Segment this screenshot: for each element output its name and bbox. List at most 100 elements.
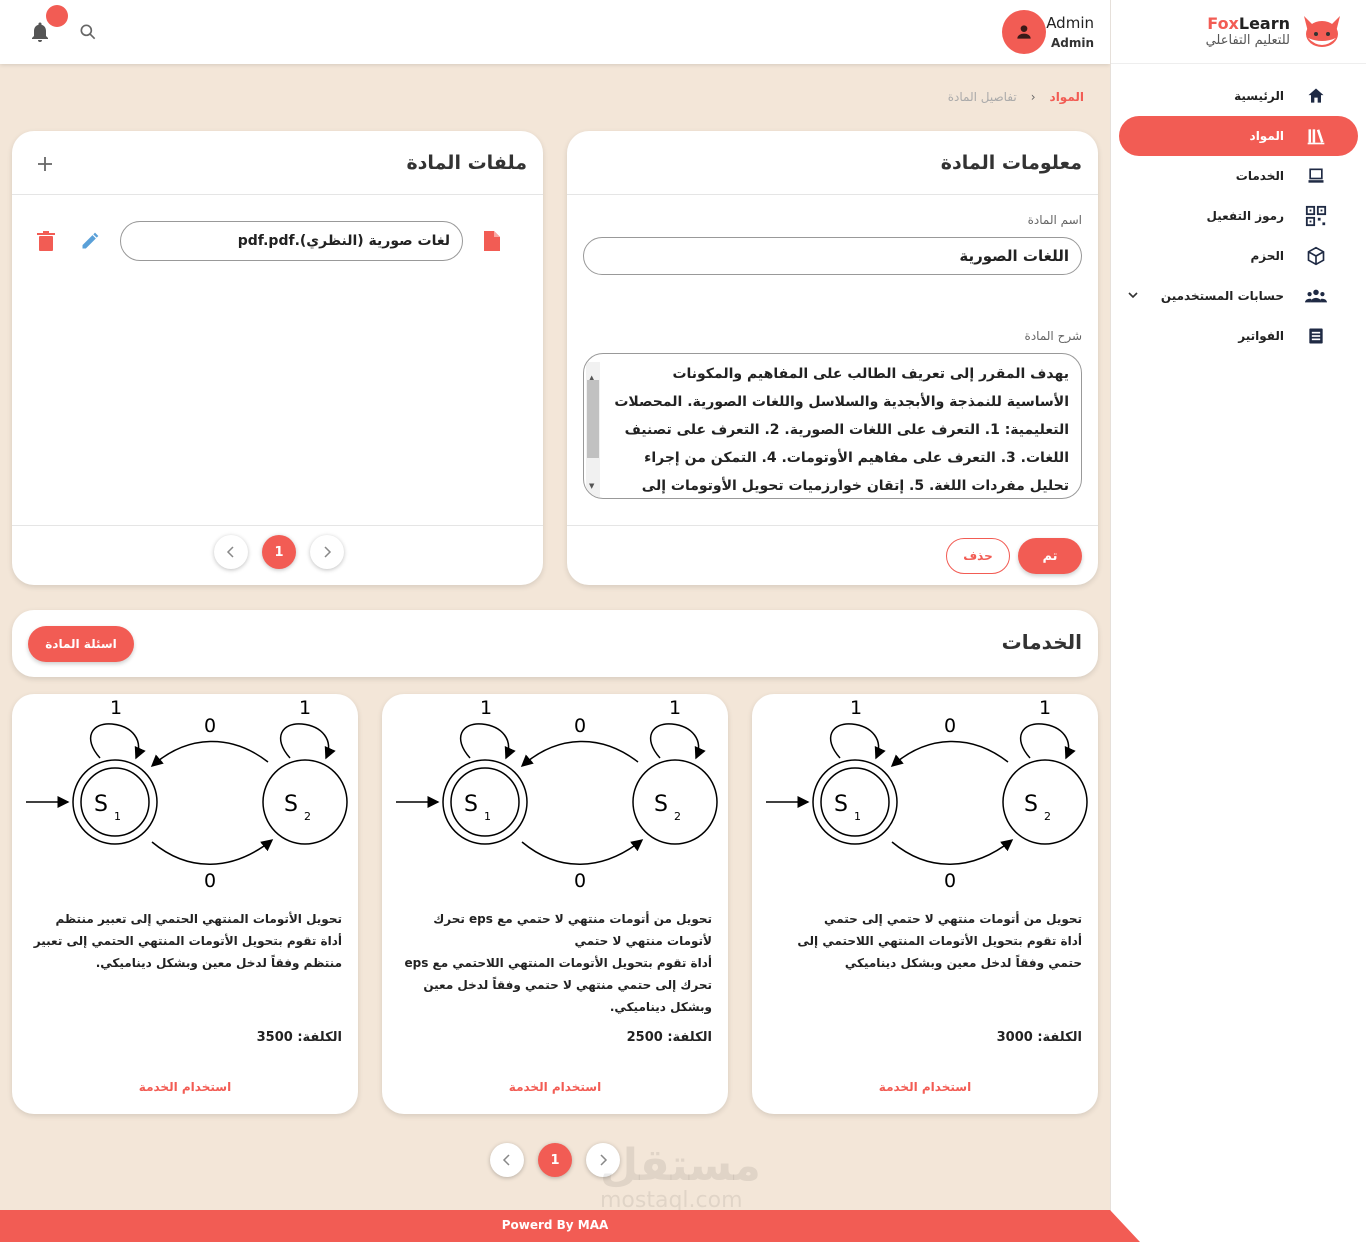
sidebar-item-codes[interactable]: رموز التفعيل xyxy=(1119,196,1358,236)
automaton-diagram: 1 1 0 0 S 1 S 2 xyxy=(26,697,348,892)
loop-s2 xyxy=(1019,723,1076,760)
use-service-button[interactable]: استخدام الخدمة xyxy=(752,1080,1098,1094)
breadcrumb: المواد ‹ تفاصيل المادة xyxy=(948,90,1084,104)
edge-s1-s2 xyxy=(151,839,274,865)
sidebar-nav: الرئيسية المواد الخدمات رموز التفعيل الح… xyxy=(1111,76,1366,356)
footer-decoration xyxy=(1110,1210,1140,1242)
state-s2 xyxy=(632,759,718,845)
state1-label: S xyxy=(834,792,848,817)
use-service-button[interactable]: استخدام الخدمة xyxy=(12,1080,358,1094)
files-pagination: 1 xyxy=(214,535,344,569)
search-icon[interactable] xyxy=(78,22,98,46)
card-title: معلومات المادة xyxy=(940,151,1082,174)
state2-label: S xyxy=(1024,792,1038,817)
state1-label: S xyxy=(464,792,478,817)
sidebar-item-label: المواد xyxy=(1249,129,1284,143)
page-number[interactable]: 1 xyxy=(262,535,296,569)
automaton-diagram: 1 1 0 0 S 1 S 2 xyxy=(766,697,1088,892)
pdf-file-icon xyxy=(479,229,503,253)
sidebar-item-label: الحزم xyxy=(1250,249,1284,263)
user-menu[interactable]: Admin Admin xyxy=(990,10,1094,54)
loop-s2 xyxy=(279,723,336,760)
user-role: Admin xyxy=(1050,36,1094,50)
loop1-label: 1 xyxy=(110,697,122,719)
subject-info-card: معلومات المادة اسم المادة اللغات الصورية… xyxy=(567,131,1098,585)
state-s1-inner xyxy=(80,767,150,837)
state1-sub: 1 xyxy=(114,810,121,823)
top-edge-label: 0 xyxy=(944,715,956,737)
edge-s2-s1 xyxy=(150,740,269,767)
watermark: مستقل xyxy=(600,1140,761,1191)
bottom-edge-label: 0 xyxy=(574,870,586,892)
delete-icon[interactable] xyxy=(34,229,58,253)
edge-s1-s2 xyxy=(891,839,1014,865)
sidebar-item-invoices[interactable]: الفواتير xyxy=(1119,316,1358,356)
state-s1-outer xyxy=(72,759,158,845)
subject-description-textarea[interactable]: يهدف المقرر إلى تعريف الطالب على المفاهي… xyxy=(583,353,1082,499)
subject-description-label: شرح المادة xyxy=(1024,329,1082,343)
sidebar-item-accounts[interactable]: حسابات المستخدمين xyxy=(1119,276,1358,316)
done-button[interactable]: تم xyxy=(1018,538,1082,574)
state1-label: S xyxy=(94,792,108,817)
breadcrumb-current: تفاصيل المادة xyxy=(947,90,1017,104)
next-page-button[interactable] xyxy=(310,535,344,569)
brand[interactable]: FoxLearn للتعليم التفاعلي xyxy=(1111,0,1366,64)
sidebar-item-services[interactable]: الخدمات xyxy=(1119,156,1358,196)
file-name-field[interactable]: لغات صورية (النظري).pdf.pdf xyxy=(120,221,463,261)
footer: Powerd By MAA xyxy=(0,1210,1110,1242)
state2-label: S xyxy=(284,792,298,817)
state2-sub: 2 xyxy=(304,810,311,823)
package-icon xyxy=(1304,244,1328,268)
sidebar-item-label: حسابات المستخدمين xyxy=(1160,289,1284,303)
bottom-edge-label: 0 xyxy=(944,870,956,892)
prev-page-button[interactable] xyxy=(490,1143,524,1177)
loop1-label: 1 xyxy=(850,697,862,719)
brand-subtitle: للتعليم التفاعلي xyxy=(1205,33,1290,49)
scrollbar[interactable]: ▲ ▼ xyxy=(586,362,600,498)
state2-sub: 2 xyxy=(1044,810,1051,823)
loop-s2 xyxy=(649,723,706,760)
avatar[interactable] xyxy=(1002,10,1047,54)
chevron-down-icon[interactable] xyxy=(1127,289,1139,304)
state1-sub: 1 xyxy=(484,810,491,823)
top-edge-label: 0 xyxy=(574,715,586,737)
edge-s2-s1 xyxy=(520,740,639,767)
services-title: الخدمات xyxy=(1001,630,1082,654)
loop2-label: 1 xyxy=(299,697,311,719)
loop-s1 xyxy=(459,723,516,760)
file-row: لغات صورية (النظري).pdf.pdf xyxy=(34,221,503,261)
page-number[interactable]: 1 xyxy=(538,1143,572,1177)
breadcrumb-link-subjects[interactable]: المواد xyxy=(1050,90,1084,104)
edit-icon[interactable] xyxy=(78,229,102,253)
subject-questions-button[interactable]: اسئلة المادة xyxy=(28,626,134,662)
automaton-diagram: 1 1 0 0 S 1 S 2 xyxy=(396,697,718,892)
add-file-icon[interactable] xyxy=(36,151,54,179)
state2-label: S xyxy=(654,792,668,817)
top-edge-label: 0 xyxy=(204,715,216,737)
prev-page-button[interactable] xyxy=(214,535,248,569)
use-service-button[interactable]: استخدام الخدمة xyxy=(382,1080,728,1094)
subject-name-input[interactable]: اللغات الصورية xyxy=(583,237,1082,275)
sidebar: FoxLearn للتعليم التفاعلي الرئيسية الموا… xyxy=(1110,0,1366,1242)
state-s2 xyxy=(262,759,348,845)
subject-files-card: ملفات المادة لغات صورية (النظري).pdf.pdf… xyxy=(12,131,543,585)
subject-name-label: اسم المادة xyxy=(1027,213,1082,227)
loop-s1 xyxy=(829,723,886,760)
service-description: تحويل الأتومات المنتهي الحتمي إلى تعبير … xyxy=(33,912,342,970)
top-bar: Admin Admin xyxy=(0,0,1110,64)
brand-name: FoxLearn xyxy=(1207,14,1290,34)
services-header: الخدمات اسئلة المادة xyxy=(12,610,1098,677)
sidebar-item-subjects[interactable]: المواد xyxy=(1119,116,1358,156)
state2-sub: 2 xyxy=(674,810,681,823)
delete-button[interactable]: حذف xyxy=(946,538,1010,574)
home-icon xyxy=(1304,84,1328,108)
laptop-icon xyxy=(1304,164,1328,188)
books-icon xyxy=(1304,124,1328,148)
service-cost: الكلفة: 2500 xyxy=(626,1030,712,1045)
sidebar-item-home[interactable]: الرئيسية xyxy=(1119,76,1358,116)
fox-logo-icon xyxy=(1304,15,1340,47)
sidebar-item-packages[interactable]: الحزم xyxy=(1119,236,1358,276)
loop1-label: 1 xyxy=(480,697,492,719)
service-description: تحويل من أتومات منتهي لا حتمي مع eps تحر… xyxy=(404,912,712,1014)
qr-code-icon xyxy=(1304,204,1328,228)
